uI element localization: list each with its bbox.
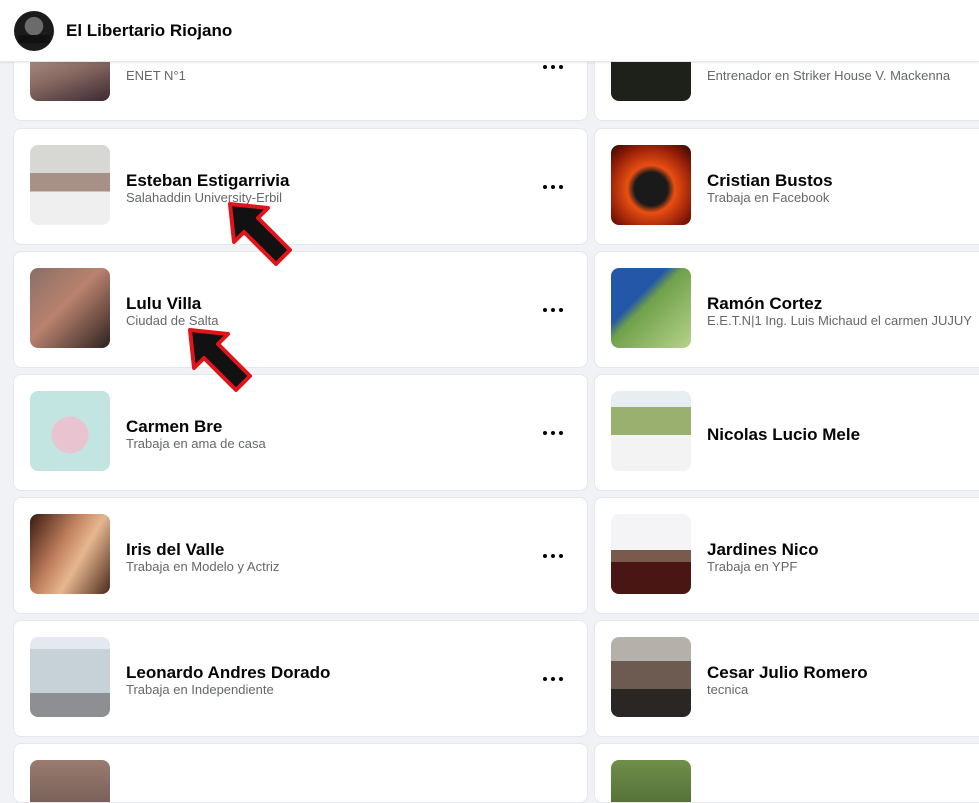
more-options-button[interactable]	[543, 544, 567, 568]
friend-name[interactable]: Carmen Bre	[126, 417, 222, 437]
friend-avatar[interactable]	[611, 391, 691, 471]
friend-card[interactable]: Cristian Bustos Trabaja en Facebook	[594, 128, 979, 245]
friend-subtitle: Trabaja en Independiente	[126, 682, 274, 697]
friend-name[interactable]: Leonardo Andres Dorado	[126, 663, 330, 683]
friend-card[interactable]: Iris del Valle Trabaja en Modelo y Actri…	[13, 497, 588, 614]
friends-grid: Carlos Mulet ENET N°1 Esteban Estigarriv…	[0, 0, 979, 803]
friend-avatar[interactable]	[30, 391, 110, 471]
friend-card[interactable]: Ramón Cortez E.E.T.N|1 Ing. Luis Michaud…	[594, 251, 979, 368]
page-title[interactable]: El Libertario Riojano	[66, 21, 232, 41]
friend-subtitle: Trabaja en ama de casa	[126, 436, 266, 451]
more-options-button[interactable]	[543, 298, 567, 322]
friend-avatar[interactable]	[30, 760, 110, 802]
friend-avatar[interactable]	[611, 268, 691, 348]
friend-subtitle: ENET N°1	[126, 68, 186, 83]
friend-name[interactable]: Nicolas Lucio Mele	[707, 425, 860, 445]
friend-card[interactable]	[594, 743, 979, 803]
friend-name[interactable]: Esteban Estigarrivia	[126, 171, 289, 191]
friend-subtitle: tecnica	[707, 682, 749, 697]
friend-subtitle: Trabaja en Facebook	[707, 190, 830, 205]
friend-card[interactable]: Leonardo Andres Dorado Trabaja en Indepe…	[13, 620, 588, 737]
friend-name[interactable]: Jardines Nico	[707, 540, 819, 560]
page-header: El Libertario Riojano	[0, 0, 979, 62]
friend-avatar[interactable]	[611, 514, 691, 594]
friend-card[interactable]: Lulu Villa Ciudad de Salta	[13, 251, 588, 368]
friend-avatar[interactable]	[611, 145, 691, 225]
friend-name[interactable]: Ramón Cortez	[707, 294, 822, 314]
friend-subtitle: Trabaja en YPF	[707, 559, 798, 574]
friend-avatar[interactable]	[611, 760, 691, 802]
more-options-button[interactable]	[543, 175, 567, 199]
pointer-arrow-icon	[188, 328, 252, 392]
friend-name[interactable]: Iris del Valle	[126, 540, 224, 560]
pointer-arrow-icon	[228, 202, 292, 266]
friend-subtitle: Trabaja en Modelo y Actriz	[126, 559, 280, 574]
friend-avatar[interactable]	[30, 145, 110, 225]
more-options-button[interactable]	[543, 421, 567, 445]
friend-card[interactable]: Cesar Julio Romero tecnica	[594, 620, 979, 737]
friend-subtitle: E.E.T.N|1 Ing. Luis Michaud el carmen JU…	[707, 313, 972, 328]
page-logo	[18, 35, 50, 43]
friend-card[interactable]: Nicolas Lucio Mele	[594, 374, 979, 491]
friend-avatar[interactable]	[30, 268, 110, 348]
friend-name[interactable]: Cristian Bustos	[707, 171, 833, 191]
friend-name[interactable]: Lulu Villa	[126, 294, 201, 314]
friend-avatar[interactable]	[611, 637, 691, 717]
friend-avatar[interactable]	[30, 637, 110, 717]
friend-card[interactable]: Carmen Bre Trabaja en ama de casa	[13, 374, 588, 491]
friend-card[interactable]	[13, 743, 588, 803]
more-options-button[interactable]	[543, 667, 567, 691]
page-avatar[interactable]	[14, 11, 54, 51]
friend-card[interactable]: Esteban Estigarrivia Salahaddin Universi…	[13, 128, 588, 245]
friend-card[interactable]: Jardines Nico Trabaja en YPF	[594, 497, 979, 614]
friend-name[interactable]: Cesar Julio Romero	[707, 663, 868, 683]
friend-avatar[interactable]	[30, 514, 110, 594]
friend-subtitle: Entrenador en Striker House V. Mackenna	[707, 68, 951, 83]
